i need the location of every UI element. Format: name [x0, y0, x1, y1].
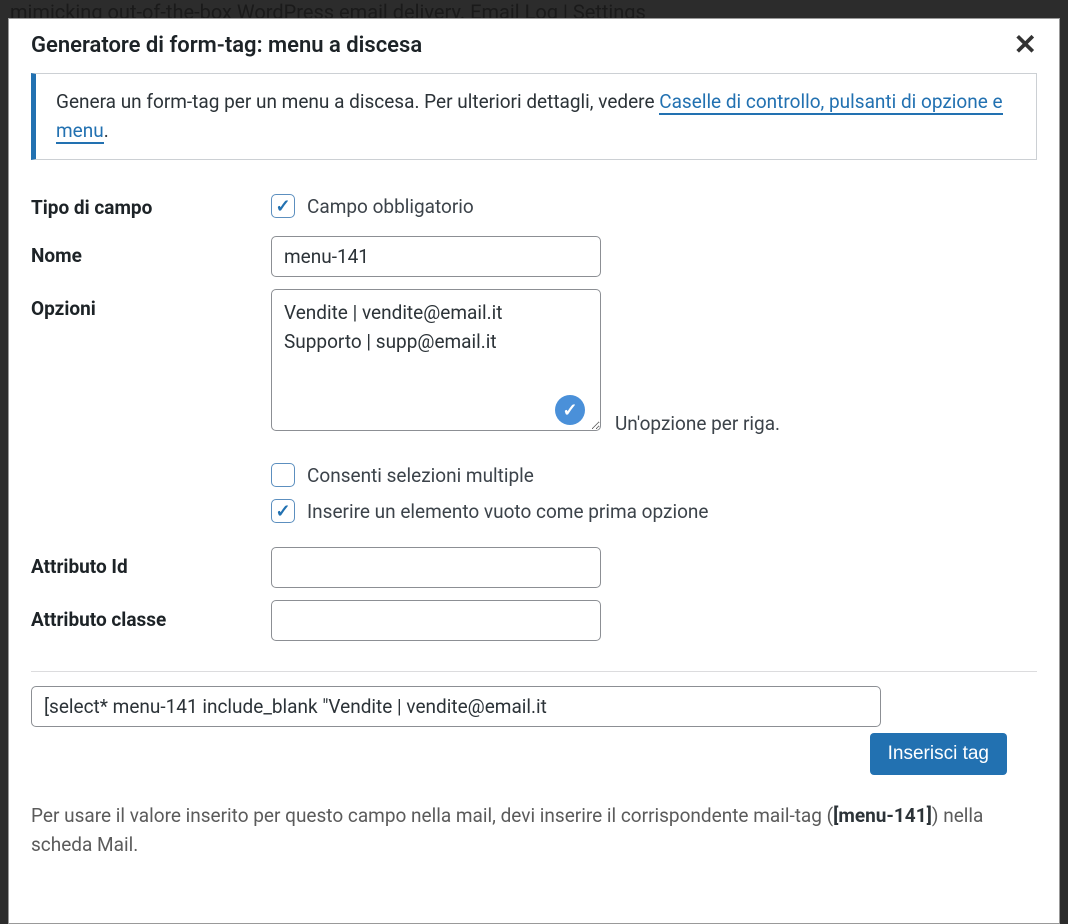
row-id: Attributo Id — [31, 547, 1037, 588]
id-input[interactable] — [271, 547, 601, 588]
options-hint: Un'opzione per riga. — [615, 412, 780, 435]
label-class: Attributo classe — [31, 600, 271, 631]
footer-before: Per usare il valore inserito per questo … — [31, 804, 833, 827]
insert-tag-button[interactable]: Inserisci tag — [870, 733, 1007, 775]
row-class: Attributo classe — [31, 600, 1037, 641]
required-option[interactable]: Campo obbligatorio — [271, 188, 1037, 224]
row-options: Opzioni Vendite | vendite@email.it Suppo… — [31, 289, 1037, 529]
name-input[interactable] — [271, 236, 601, 277]
info-box: Genera un form-tag per un menu a discesa… — [31, 73, 1037, 160]
modal-body: Genera un form-tag per un menu a discesa… — [9, 73, 1059, 880]
modal-title: Generatore di form-tag: menu a discesa — [31, 33, 422, 58]
shortcode-output[interactable] — [31, 686, 881, 727]
multiple-option[interactable]: Consenti selezioni multiple — [271, 457, 1037, 493]
footer-tag: [menu-141] — [833, 804, 932, 827]
close-icon[interactable]: ✕ — [1014, 31, 1037, 59]
multiple-checkbox[interactable] — [271, 463, 295, 487]
check-badge-icon: ✓ — [555, 395, 585, 425]
form-tag-modal: Generatore di form-tag: menu a discesa ✕… — [8, 18, 1060, 924]
blank-option[interactable]: Inserire un elemento vuoto come prima op… — [271, 493, 1037, 529]
label-options: Opzioni — [31, 289, 271, 320]
info-text-after: . — [104, 119, 109, 142]
label-name: Nome — [31, 236, 271, 267]
required-label: Campo obbligatorio — [307, 195, 474, 218]
info-text-before: Genera un form-tag per un menu a discesa… — [56, 90, 659, 113]
bottom-section: Inserisci tag Per usare il valore inseri… — [31, 671, 1037, 860]
options-textarea[interactable]: Vendite | vendite@email.it Supporto | su… — [271, 289, 601, 431]
label-id: Attributo Id — [31, 547, 271, 578]
multiple-label: Consenti selezioni multiple — [307, 464, 534, 487]
blank-checkbox[interactable] — [271, 499, 295, 523]
modal-header: Generatore di form-tag: menu a discesa ✕ — [9, 19, 1059, 73]
class-input[interactable] — [271, 600, 601, 641]
required-checkbox[interactable] — [271, 194, 295, 218]
row-field-type: Tipo di campo Campo obbligatorio — [31, 188, 1037, 224]
blank-label: Inserire un elemento vuoto come prima op… — [307, 500, 709, 523]
row-name: Nome — [31, 236, 1037, 277]
label-field-type: Tipo di campo — [31, 188, 271, 219]
footer-hint: Per usare il valore inserito per questo … — [31, 801, 1037, 860]
